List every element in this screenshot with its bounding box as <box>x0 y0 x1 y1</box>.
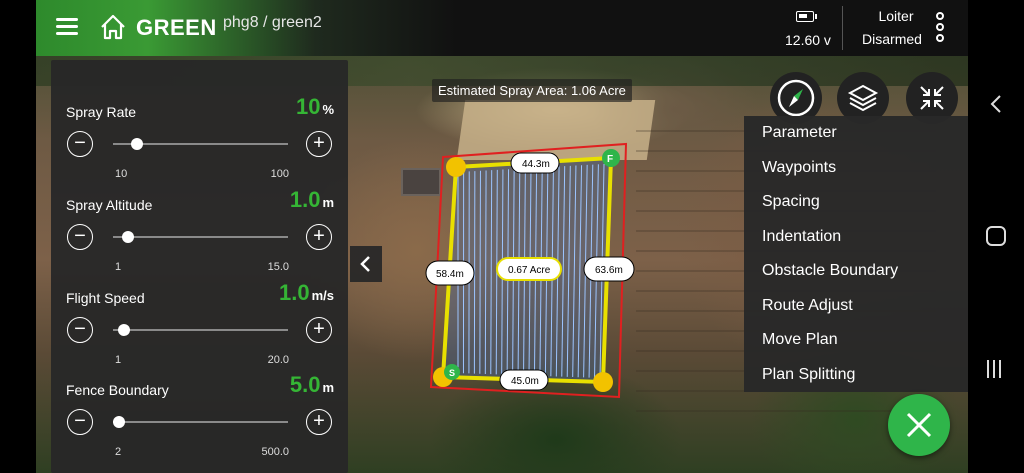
setting-value: 1.0 m/s <box>279 280 334 305</box>
setting-spray-altitude: Spray Altitude 1.0 m − + 1 15.0 <box>51 173 348 273</box>
menu-item-route-adjust[interactable]: Route Adjust <box>762 297 853 315</box>
decrease-button[interactable]: − <box>67 131 93 157</box>
estimated-spray-area: Estimated Spray Area: 1.06 Acre <box>432 79 632 102</box>
slider-track[interactable] <box>113 421 288 423</box>
back-icon[interactable] <box>989 94 1003 114</box>
menu-item-move-plan[interactable]: Move Plan <box>762 331 838 349</box>
setting-label: Spray Altitude <box>66 197 153 213</box>
battery-voltage: 12.60 v <box>785 32 831 48</box>
setting-value: 10% <box>295 94 334 119</box>
spray-settings-panel: Spray Rate 10% − + 10 100 Spray Altitude… <box>51 60 348 473</box>
close-menu-button[interactable] <box>888 394 950 456</box>
more-options-icon[interactable] <box>936 12 946 46</box>
menu-item-spacing[interactable]: Spacing <box>762 193 820 211</box>
breadcrumb: phg8 / green2 <box>223 14 322 31</box>
system-navigation-bar <box>968 0 1024 473</box>
panel-collapse-button[interactable] <box>350 246 382 282</box>
menu-item-parameter[interactable]: Parameter <box>762 124 837 142</box>
chevron-left-icon <box>360 256 370 272</box>
increase-button[interactable]: + <box>306 131 332 157</box>
menu-item-waypoints[interactable]: Waypoints <box>762 159 836 177</box>
arm-status: Disarmed <box>862 31 922 47</box>
close-icon <box>906 412 932 438</box>
setting-label: Fence Boundary <box>66 382 169 398</box>
setting-fence-boundary: Fence Boundary 5.0 m − + 2 500.0 <box>51 358 348 458</box>
battery-icon <box>796 11 817 22</box>
slider-thumb[interactable] <box>130 138 143 150</box>
setting-label: Spray Rate <box>66 104 137 120</box>
decrease-button[interactable]: − <box>67 409 93 435</box>
menu-item-obstacle-boundary[interactable]: Obstacle Boundary <box>762 262 898 280</box>
menu-item-indentation[interactable]: Indentation <box>762 228 841 246</box>
recent-apps-icon[interactable] <box>987 360 1005 378</box>
decrease-button[interactable]: − <box>67 224 93 250</box>
slider-thumb[interactable] <box>113 416 125 428</box>
slider-min: 2 <box>115 446 122 458</box>
slider-track[interactable] <box>113 329 288 331</box>
slider-thumb[interactable] <box>121 231 134 243</box>
layers-icon <box>847 84 879 112</box>
map-building <box>401 168 441 196</box>
flight-mode[interactable]: Loiter <box>856 8 936 24</box>
map-sandy-field <box>456 100 656 160</box>
hamburger-menu-icon[interactable] <box>56 18 78 36</box>
app-brand: GREEN <box>136 15 217 40</box>
slider-max: 500.0 <box>261 446 289 458</box>
plan-tools-menu: Parameter Waypoints Spacing Indentation … <box>744 116 968 392</box>
home-nav-icon[interactable] <box>986 226 1006 246</box>
menu-item-plan-splitting[interactable]: Plan Splitting <box>762 366 855 384</box>
increase-button[interactable]: + <box>306 409 332 435</box>
slider-track[interactable] <box>113 236 288 238</box>
setting-spray-rate: Spray Rate 10% − + 10 100 <box>51 80 348 180</box>
top-bar: GREEN phg8 / green2 12.60 v Loiter Disar… <box>36 0 968 56</box>
decrease-button[interactable]: − <box>67 317 93 343</box>
increase-button[interactable]: + <box>306 224 332 250</box>
setting-value: 1.0 m <box>289 187 334 212</box>
setting-label: Flight Speed <box>66 290 145 306</box>
compass-icon <box>777 79 815 117</box>
setting-flight-speed: Flight Speed 1.0 m/s − + 1 20.0 <box>51 266 348 366</box>
increase-button[interactable]: + <box>306 317 332 343</box>
setting-value: 5.0 m <box>289 372 334 397</box>
home-icon[interactable] <box>98 12 128 42</box>
collapse-icon <box>920 86 944 110</box>
slider-thumb[interactable] <box>118 324 131 336</box>
